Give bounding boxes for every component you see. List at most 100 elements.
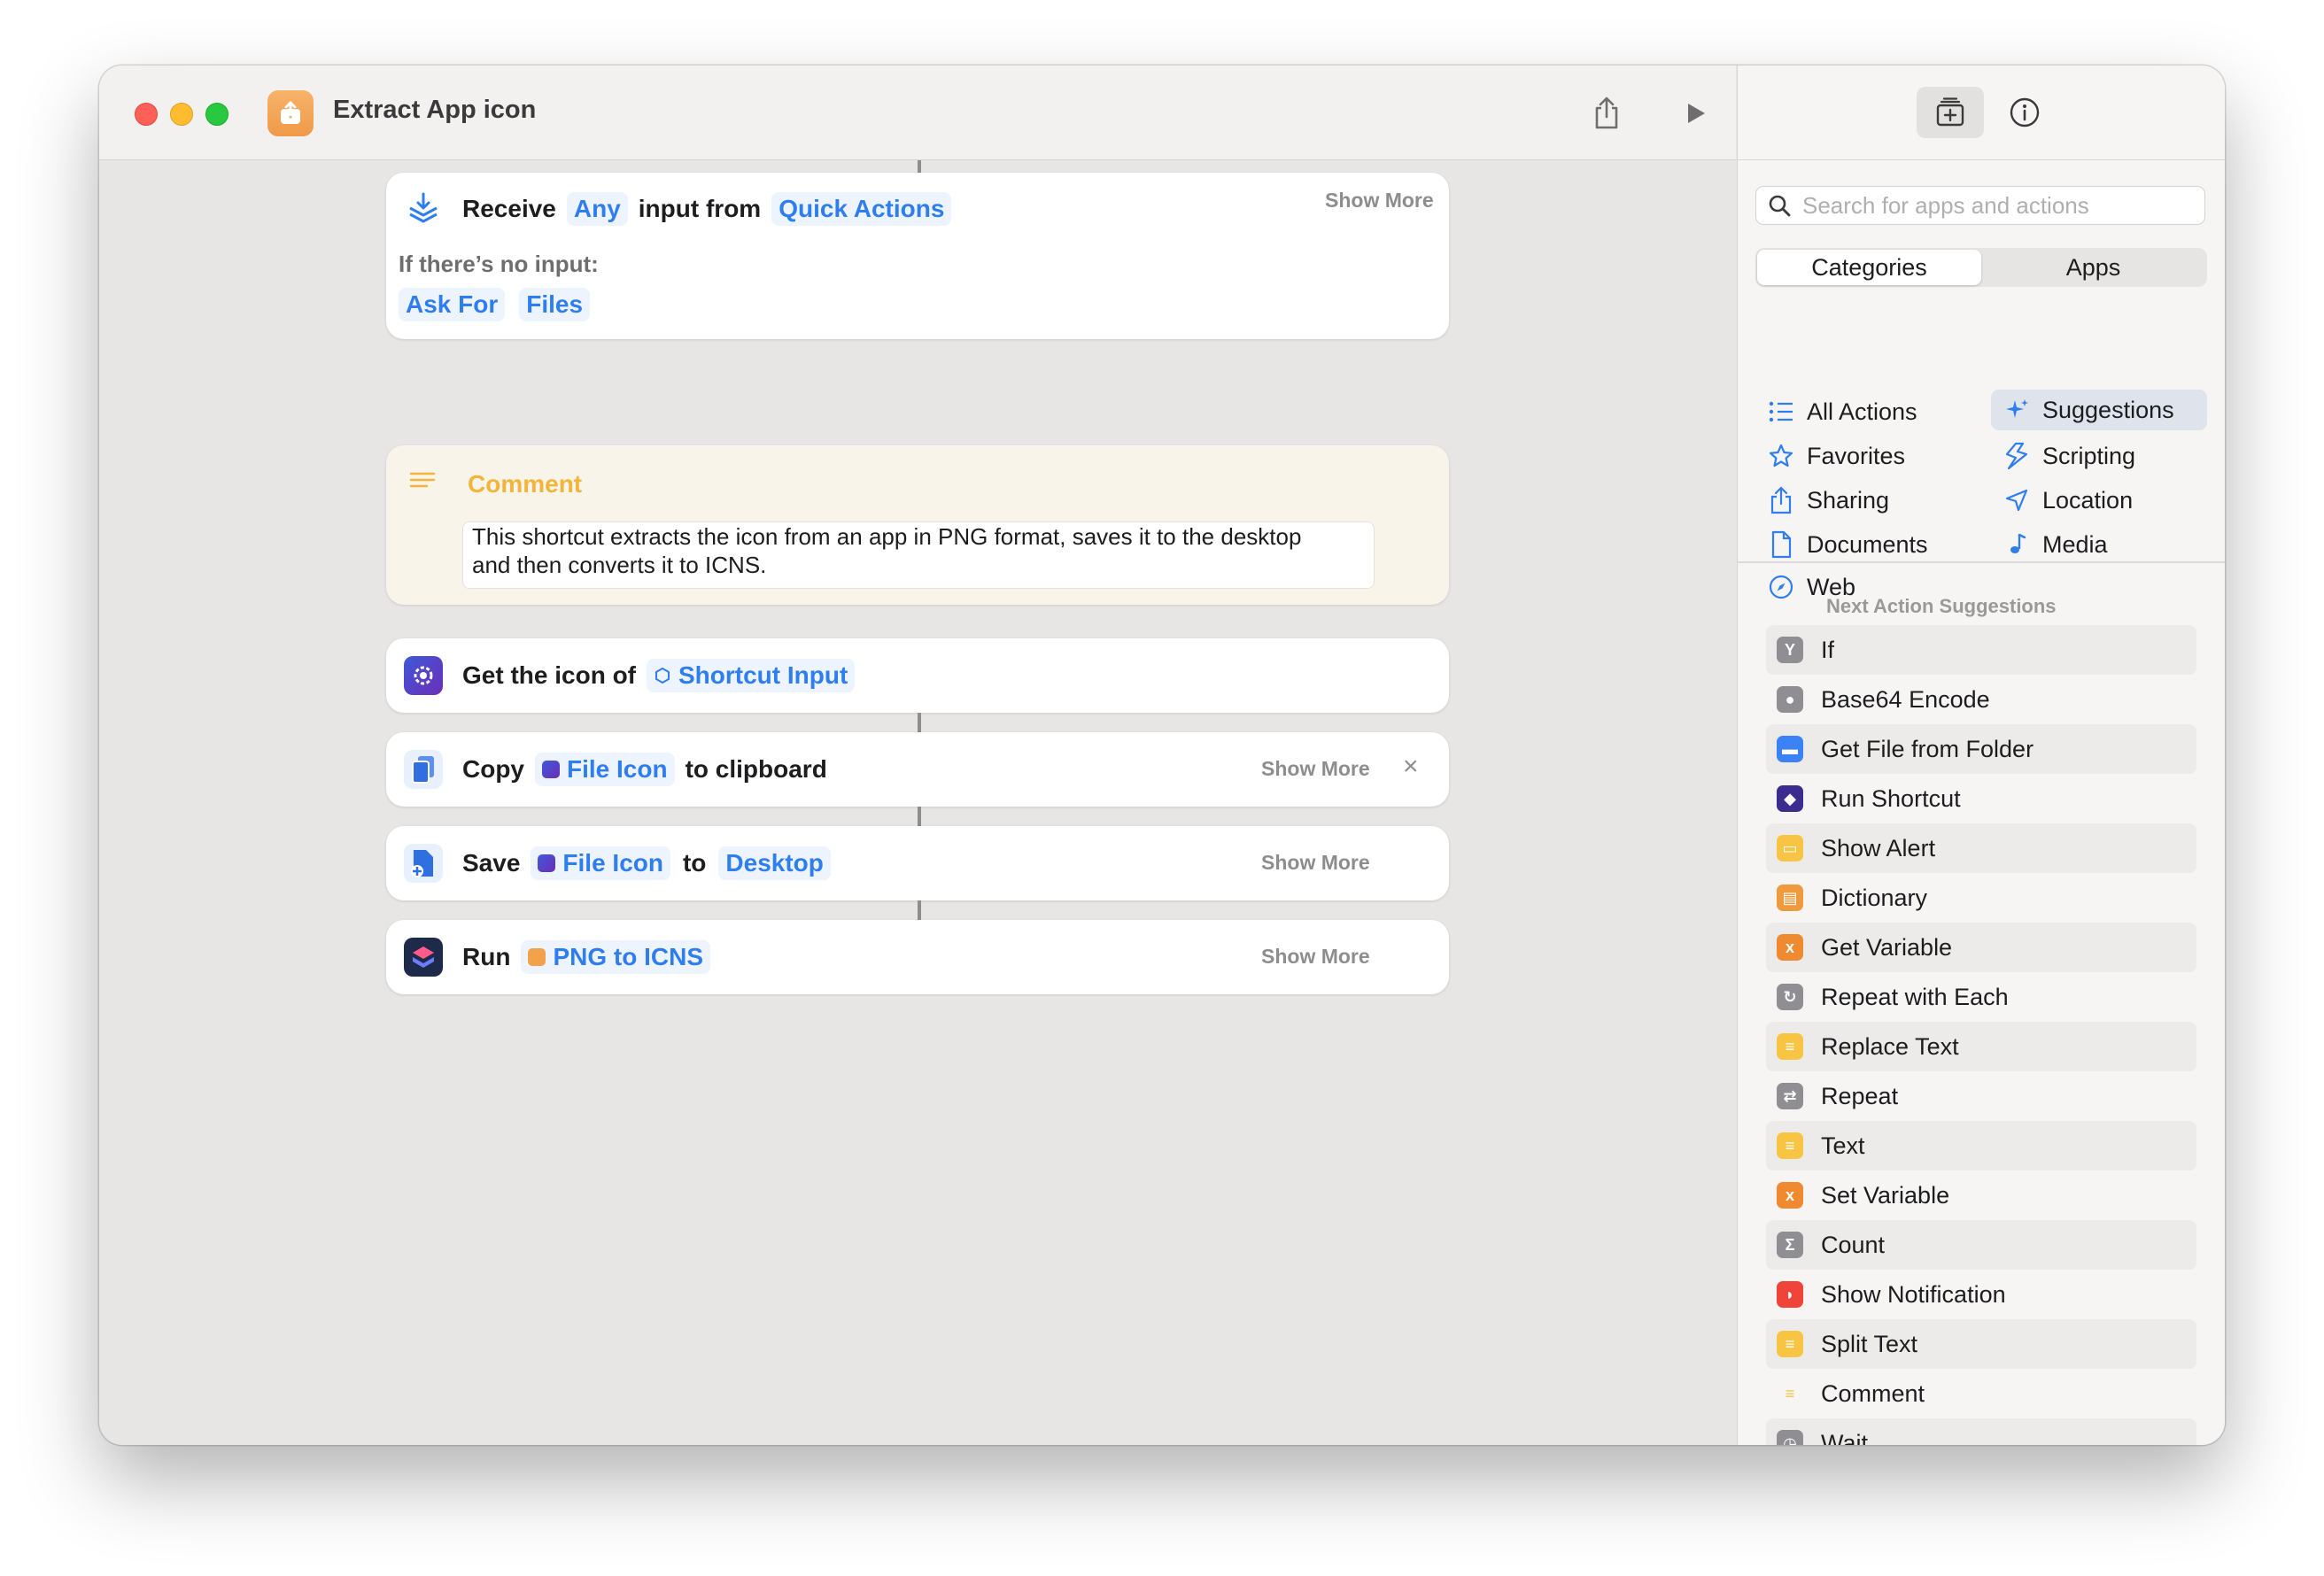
suggestion-label: Repeat with Each [1821, 983, 2009, 1010]
suggestion-item[interactable]: ▬ Get File from Folder [1766, 724, 2196, 774]
run-show-more[interactable]: Show More [1261, 945, 1370, 969]
category-sharing[interactable]: Sharing [1768, 480, 1889, 521]
suggestion-item[interactable]: ◗ Show Notification [1766, 1270, 2196, 1319]
suggestion-label: Set Variable [1821, 1181, 1950, 1209]
suggestion-item[interactable]: ≡ Text [1766, 1121, 2196, 1170]
dictionary-icon: ▤ [1777, 885, 1803, 911]
save-action-card[interactable]: Save File Icon to Desktop Show More [386, 826, 1449, 900]
receive-action-card[interactable]: Receive Any input from Quick Actions Sho… [386, 173, 1449, 339]
remove-action-icon[interactable]: × [1403, 752, 1419, 782]
category-list: All Actions Favorites Sharing Documents … [1738, 322, 2225, 600]
category-favorites[interactable]: Favorites [1768, 436, 1905, 476]
receive-middle-text: input from [638, 195, 762, 222]
sigma-icon: Σ [1777, 1232, 1803, 1258]
search-input[interactable] [1801, 190, 2194, 220]
suggestion-label: Split Text [1821, 1330, 1918, 1357]
suggestion-label: Dictionary [1821, 884, 1928, 911]
run-shortcut-action-card[interactable]: Run PNG to ICNS Show More [386, 920, 1449, 994]
suggestion-item[interactable]: ▤ Dictionary [1766, 873, 2196, 923]
input-type-token[interactable]: Any [566, 192, 628, 226]
comment-icon [409, 470, 448, 499]
zoom-window-button[interactable] [205, 103, 229, 126]
if-icon: Y [1777, 637, 1803, 663]
window-title: Extract App icon [333, 96, 537, 124]
suggestion-item[interactable]: ≡ Replace Text [1766, 1022, 2196, 1071]
category-suggestions[interactable]: Suggestions [1991, 390, 2207, 430]
suggestion-label: Repeat [1821, 1082, 1899, 1109]
category-media[interactable]: Media [2003, 524, 2108, 565]
destination-token[interactable]: Desktop [718, 846, 831, 880]
suggestion-item[interactable]: ▭ Show Alert [1766, 823, 2196, 873]
tab-apps[interactable]: Apps [1981, 250, 2205, 285]
save-file-icon-token[interactable]: File Icon [531, 846, 670, 880]
compass-icon [1769, 575, 1793, 599]
save-middle-text: to [682, 849, 707, 877]
comment-line-2: and then converts it to ICNS. [472, 552, 767, 578]
close-window-button[interactable] [135, 103, 158, 126]
text-icon: ≡ [1777, 1132, 1803, 1159]
copy-action-card[interactable]: Copy File Icon to clipboard Show More × [386, 732, 1449, 807]
shortcut-name-token[interactable]: PNG to ICNS [521, 940, 710, 974]
suggestion-item[interactable]: x Set Variable [1766, 1170, 2196, 1220]
no-input-action-token[interactable]: Ask For [399, 288, 506, 321]
share-icon [1770, 486, 1792, 514]
no-input-type-token[interactable]: Files [519, 288, 591, 321]
share-button[interactable] [1589, 96, 1624, 131]
variable-icon: x [1777, 1182, 1803, 1209]
suggestion-item[interactable]: Σ Count [1766, 1220, 2196, 1270]
suggestion-item[interactable]: ◷ Wait [1766, 1418, 2196, 1445]
comment-text-field[interactable]: This shortcut extracts the icon from an … [462, 521, 1375, 589]
suggestion-item[interactable]: ↻ Repeat with Each [1766, 972, 2196, 1022]
sidebar-divider [1738, 561, 2225, 563]
suggestion-list: Y If ● Base64 Encode ▬ Get File from Folder ◆ R… [1766, 625, 2196, 1445]
suggestion-item[interactable]: ◆ Run Shortcut [1766, 774, 2196, 823]
library-icon [1936, 97, 1964, 127]
shortcut-editor: Receive Any input from Quick Actions Sho… [99, 160, 1736, 1445]
category-documents[interactable]: Documents [1768, 524, 1928, 565]
action-library-button[interactable] [1917, 87, 1984, 138]
suggestion-item[interactable]: ≡ Split Text [1766, 1319, 2196, 1369]
save-show-more[interactable]: Show More [1261, 851, 1370, 875]
star-icon [1769, 444, 1793, 467]
receive-verb: Receive [462, 195, 556, 222]
suggestion-item[interactable]: ⇄ Repeat [1766, 1071, 2196, 1121]
shortcuts-app-icon [404, 938, 443, 977]
get-icon-action-card[interactable]: Get the icon of Shortcut Input [386, 638, 1449, 713]
no-input-label: If there’s no input: [399, 251, 599, 277]
comment-icon: ≡ [1785, 1384, 1795, 1402]
suggestion-label: Show Notification [1821, 1280, 2006, 1308]
shortcut-share-icon[interactable] [267, 90, 314, 136]
category-location[interactable]: Location [2003, 480, 2133, 521]
suggestion-item[interactable]: ≡ Comment [1766, 1369, 2196, 1418]
library-segmented-control: Categories Apps [1755, 248, 2207, 287]
receive-show-more[interactable]: Show More [1325, 189, 1434, 212]
title-bar: Extract App icon [99, 66, 1736, 160]
location-arrow-icon [2005, 489, 2028, 512]
tab-categories[interactable]: Categories [1757, 250, 1981, 285]
sidebar-toolbar [1738, 66, 2225, 160]
info-icon [2010, 97, 2040, 127]
run-verb: Run [462, 943, 511, 970]
details-button[interactable] [1991, 87, 2058, 138]
input-source-token[interactable]: Quick Actions [771, 192, 952, 226]
suggestion-item[interactable]: Y If [1766, 625, 2196, 675]
suggestion-item[interactable]: x Get Variable [1766, 923, 2196, 972]
shortcut-input-token[interactable]: Shortcut Input [647, 659, 856, 692]
suggestion-item[interactable]: ● Base64 Encode [1766, 675, 2196, 724]
search-field[interactable] [1755, 186, 2205, 225]
suggestion-label: Run Shortcut [1821, 784, 1961, 812]
category-all-actions[interactable]: All Actions [1768, 391, 1917, 432]
minimize-window-button[interactable] [170, 103, 193, 126]
suggestion-label: If [1821, 636, 1835, 663]
list-icon [1769, 401, 1793, 422]
save-verb: Save [462, 849, 521, 877]
suggestion-label: Comment [1821, 1379, 1925, 1407]
receive-stack-icon [404, 189, 443, 228]
copy-show-more[interactable]: Show More [1261, 757, 1370, 781]
shortcut-input-icon [655, 667, 670, 684]
suggestion-label: Text [1821, 1132, 1865, 1159]
copy-file-icon-token[interactable]: File Icon [535, 753, 675, 786]
run-button[interactable] [1677, 96, 1713, 131]
comment-action-card[interactable]: Comment This shortcut extracts the icon … [386, 445, 1449, 605]
category-scripting[interactable]: Scripting [2003, 436, 2135, 476]
